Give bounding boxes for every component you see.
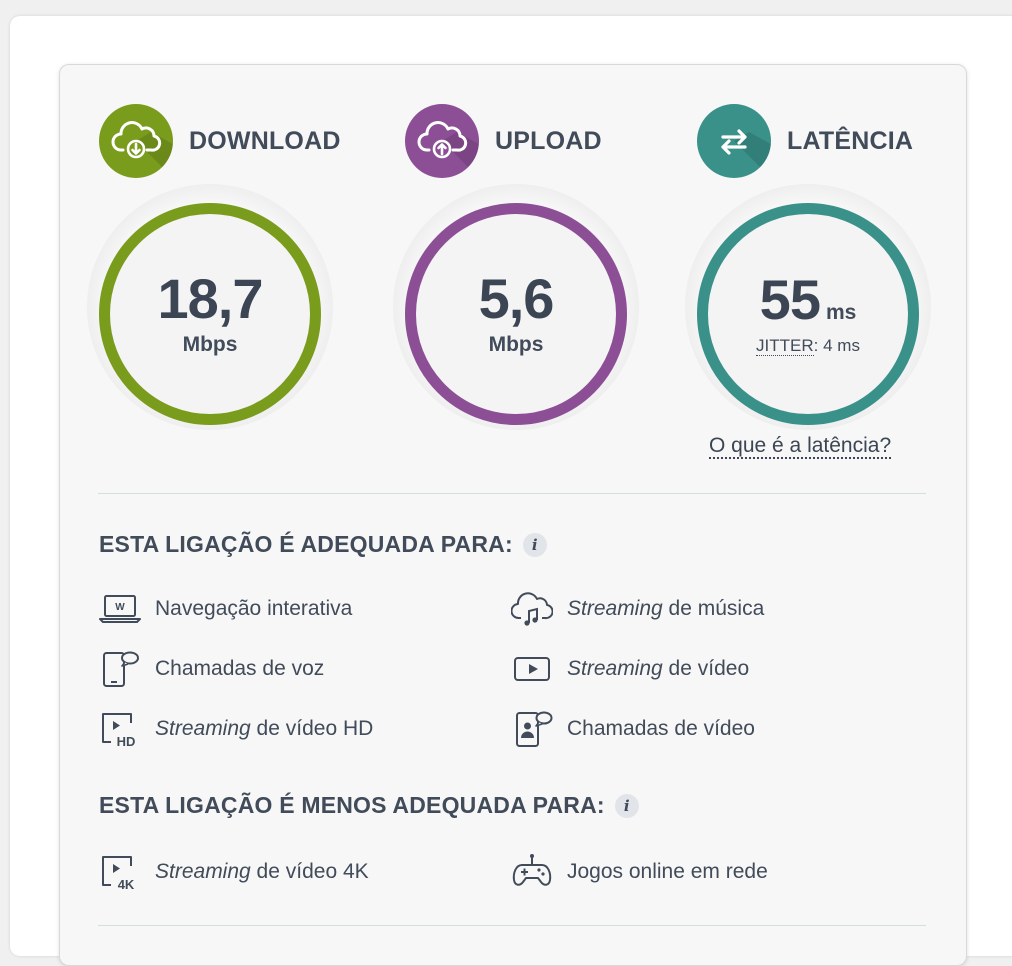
cloud-music-icon xyxy=(511,588,553,630)
activity-item: HD Streaming de vídeo HD xyxy=(99,708,373,750)
activity-label: Streaming de vídeo xyxy=(567,657,750,680)
latency-unit: ms xyxy=(825,301,857,324)
phone-call-icon xyxy=(99,648,141,690)
video-hd-icon: HD xyxy=(99,708,141,750)
jitter-label[interactable]: JITTER xyxy=(756,336,814,356)
download-header: DOWNLOAD xyxy=(99,104,341,178)
svg-text:W: W xyxy=(115,602,125,613)
upload-unit: Mbps xyxy=(488,333,544,356)
activity-label: Chamadas de vídeo xyxy=(567,717,755,740)
cloud-upload-icon xyxy=(405,104,479,178)
info-icon[interactable]: i xyxy=(614,793,639,818)
activity-item: Streaming de vídeo xyxy=(511,648,749,690)
activity-item: 4K Streaming de vídeo 4K xyxy=(99,851,369,893)
adequate-title: ESTA LIGAÇÃO É ADEQUADA PARA: xyxy=(99,531,513,557)
latency-header: LATÊNCIA xyxy=(697,104,913,178)
activity-label: Navegação interativa xyxy=(155,597,353,620)
upload-gauge: 5,6 Mbps xyxy=(405,203,627,425)
upload-value: 5,6 xyxy=(478,267,555,330)
latency-value: 55 xyxy=(759,268,821,331)
jitter-readout: JITTER: 4 ms xyxy=(756,336,860,356)
video-play-icon xyxy=(511,648,553,690)
video-4k-icon: 4K xyxy=(99,851,141,893)
download-unit: Mbps xyxy=(182,333,238,356)
info-icon[interactable]: i xyxy=(522,532,547,557)
latency-reading: 55 ms xyxy=(760,272,857,328)
activity-item: Chamadas de voz xyxy=(99,648,324,690)
laptop-icon: W xyxy=(99,588,141,630)
activity-label: Chamadas de voz xyxy=(155,657,325,680)
latency-title: LATÊNCIA xyxy=(787,126,914,155)
adequate-section-title: ESTA LIGAÇÃO É ADEQUADA PARA: i xyxy=(99,531,547,558)
jitter-value: : 4 ms xyxy=(813,336,860,355)
svg-text:4K: 4K xyxy=(118,877,135,892)
upload-title: UPLOAD xyxy=(495,126,602,155)
activity-label: Streaming de vídeo HD xyxy=(155,717,374,740)
activity-label: Streaming de vídeo 4K xyxy=(155,860,369,883)
activity-item: Chamadas de vídeo xyxy=(511,708,755,750)
download-title: DOWNLOAD xyxy=(189,126,341,155)
latency-help-link[interactable]: O que é a latência? xyxy=(709,434,892,460)
less-adequate-section-title: ESTA LIGAÇÃO É MENOS ADEQUADA PARA: i xyxy=(99,792,639,819)
activity-item: Streaming de música xyxy=(511,588,764,630)
activity-item: W Navegação interativa xyxy=(99,588,352,630)
download-value: 18,7 xyxy=(157,267,264,330)
less-adequate-title: ESTA LIGAÇÃO É MENOS ADEQUADA PARA: xyxy=(99,792,605,818)
activity-label: Streaming de música xyxy=(567,597,765,620)
svg-text:HD: HD xyxy=(117,734,136,749)
video-call-icon xyxy=(511,708,553,750)
divider-bottom xyxy=(98,925,926,926)
upload-header: UPLOAD xyxy=(405,104,602,178)
gamepad-icon xyxy=(511,851,553,893)
arrows-exchange-icon xyxy=(697,104,771,178)
cloud-download-icon xyxy=(99,104,173,178)
activity-item: Jogos online em rede xyxy=(511,851,768,893)
activity-label: Jogos online em rede xyxy=(567,860,768,883)
latency-gauge: 55 ms JITTER: 4 ms xyxy=(697,203,919,425)
download-gauge: 18,7 Mbps xyxy=(99,203,321,425)
divider-top xyxy=(98,493,926,494)
